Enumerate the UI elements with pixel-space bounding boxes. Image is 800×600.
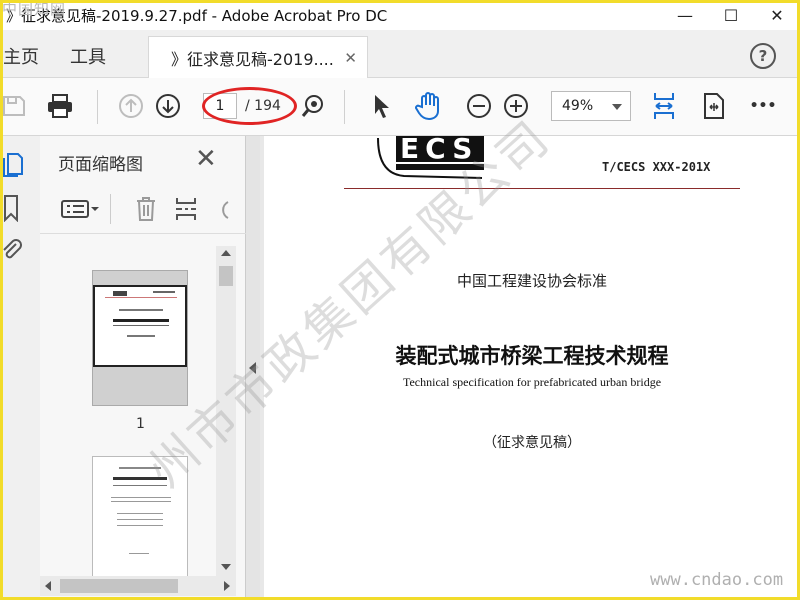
standard-code: T/CECS XXX-201X xyxy=(602,160,711,174)
watermark-topleft: 中国知网 xyxy=(2,0,67,18)
thumbnail-viewport-box xyxy=(93,285,187,367)
window-controls: — ☐ ✕ xyxy=(662,0,800,30)
scrollbar-thumb[interactable] xyxy=(60,579,178,593)
panel-title: 页面缩略图 xyxy=(58,155,143,175)
tab-bar: 主页 工具 》征求意见稿-2019.... ✕ ? xyxy=(0,30,800,78)
annotation-red-oval xyxy=(202,87,297,125)
scrollbar-thumb[interactable] xyxy=(219,266,233,286)
watermark-bottom-right: www.cndao.com xyxy=(650,570,784,590)
page-expand-icon xyxy=(704,93,724,119)
thumbnail-horizontal-scrollbar[interactable] xyxy=(40,576,236,596)
previous-page-button[interactable] xyxy=(116,92,146,120)
scroll-up-arrow-icon[interactable] xyxy=(221,250,231,256)
print-icon xyxy=(48,94,72,118)
chevron-down-icon xyxy=(612,104,622,110)
arrow-up-circle-icon xyxy=(119,94,143,118)
rotate-icon xyxy=(222,201,229,219)
paperclip-icon xyxy=(3,239,22,259)
document-view[interactable]: ECS T/CECS XXX-201X 中国工程建设协会标准 装配式城市桥梁工程… xyxy=(260,136,800,600)
fit-width-icon xyxy=(654,93,674,119)
insert-page-button[interactable] xyxy=(174,196,198,226)
thumbnail-page-1[interactable] xyxy=(92,270,188,406)
minus-circle-icon xyxy=(467,94,491,118)
find-button[interactable] xyxy=(298,92,328,120)
document-title-en: Technical specification for prefabricate… xyxy=(402,375,662,389)
close-window-button[interactable]: ✕ xyxy=(754,0,800,30)
zoom-value: 49% xyxy=(562,98,594,114)
toolbar-separator xyxy=(344,90,345,124)
select-tool-button[interactable] xyxy=(368,92,396,120)
thumbnail-options-button[interactable] xyxy=(60,198,100,224)
bookmarks-tab[interactable] xyxy=(2,194,20,226)
delete-page-button[interactable] xyxy=(134,196,158,226)
next-page-button[interactable] xyxy=(153,92,183,120)
bookmark-icon xyxy=(4,195,18,223)
panel-toolbar xyxy=(40,184,246,234)
tab-close-icon[interactable]: ✕ xyxy=(344,49,357,67)
save-button[interactable] xyxy=(0,92,28,120)
save-icon xyxy=(3,96,25,116)
zoom-out-button[interactable] xyxy=(464,92,494,120)
scroll-right-arrow-icon[interactable] xyxy=(224,581,230,591)
scroll-down-arrow-icon[interactable] xyxy=(221,564,231,570)
more-tools-button[interactable]: ••• xyxy=(748,92,778,120)
rotate-page-button[interactable] xyxy=(214,196,230,226)
header-rule xyxy=(344,188,740,189)
scroll-left-arrow-icon[interactable] xyxy=(45,581,51,591)
print-button[interactable] xyxy=(44,92,76,120)
cursor-arrow-icon xyxy=(375,95,389,118)
fit-page-button[interactable] xyxy=(650,92,678,120)
page-split-icon xyxy=(176,198,196,220)
attachments-tab[interactable] xyxy=(0,236,22,268)
draft-note: （征求意见稿） xyxy=(483,435,581,451)
tab-document[interactable]: 》征求意见稿-2019.... ✕ xyxy=(148,36,368,78)
options-menu-icon xyxy=(61,200,99,218)
thumbnail-panel: 页面缩略图 ✕ 1 xyxy=(40,136,246,600)
hand-tool-button[interactable] xyxy=(412,92,446,121)
toolbar-separator xyxy=(97,90,98,124)
zoom-search-icon xyxy=(301,95,323,117)
maximize-button[interactable]: ☐ xyxy=(708,0,754,30)
panel-separator xyxy=(110,194,111,224)
help-button[interactable]: ? xyxy=(750,43,776,69)
trash-icon xyxy=(137,197,155,221)
tab-home[interactable]: 主页 xyxy=(3,43,39,69)
minimize-button[interactable]: — xyxy=(662,0,708,30)
tab-document-label: 》征求意见稿-2019.... xyxy=(171,49,334,69)
navigation-rail xyxy=(0,136,40,600)
hand-icon xyxy=(415,92,439,121)
tab-tools[interactable]: 工具 xyxy=(70,43,106,69)
title-bar: 中国知网 》征求意见稿-2019.9.27.pdf - Adobe Acroba… xyxy=(0,0,800,30)
zoom-select[interactable]: 49% xyxy=(551,91,631,121)
rotate-view-button[interactable] xyxy=(700,92,728,120)
thumbnail-page-1-label: 1 xyxy=(136,416,145,432)
arrow-down-circle-icon xyxy=(156,94,180,118)
pdf-page: ECS T/CECS XXX-201X 中国工程建设协会标准 装配式城市桥梁工程… xyxy=(264,136,800,600)
panel-close-icon[interactable]: ✕ xyxy=(195,144,217,174)
pages-icon xyxy=(3,153,23,177)
toolbar: 1 / 194 ••• xyxy=(0,78,800,136)
page-thumbnails-tab[interactable] xyxy=(2,150,24,182)
